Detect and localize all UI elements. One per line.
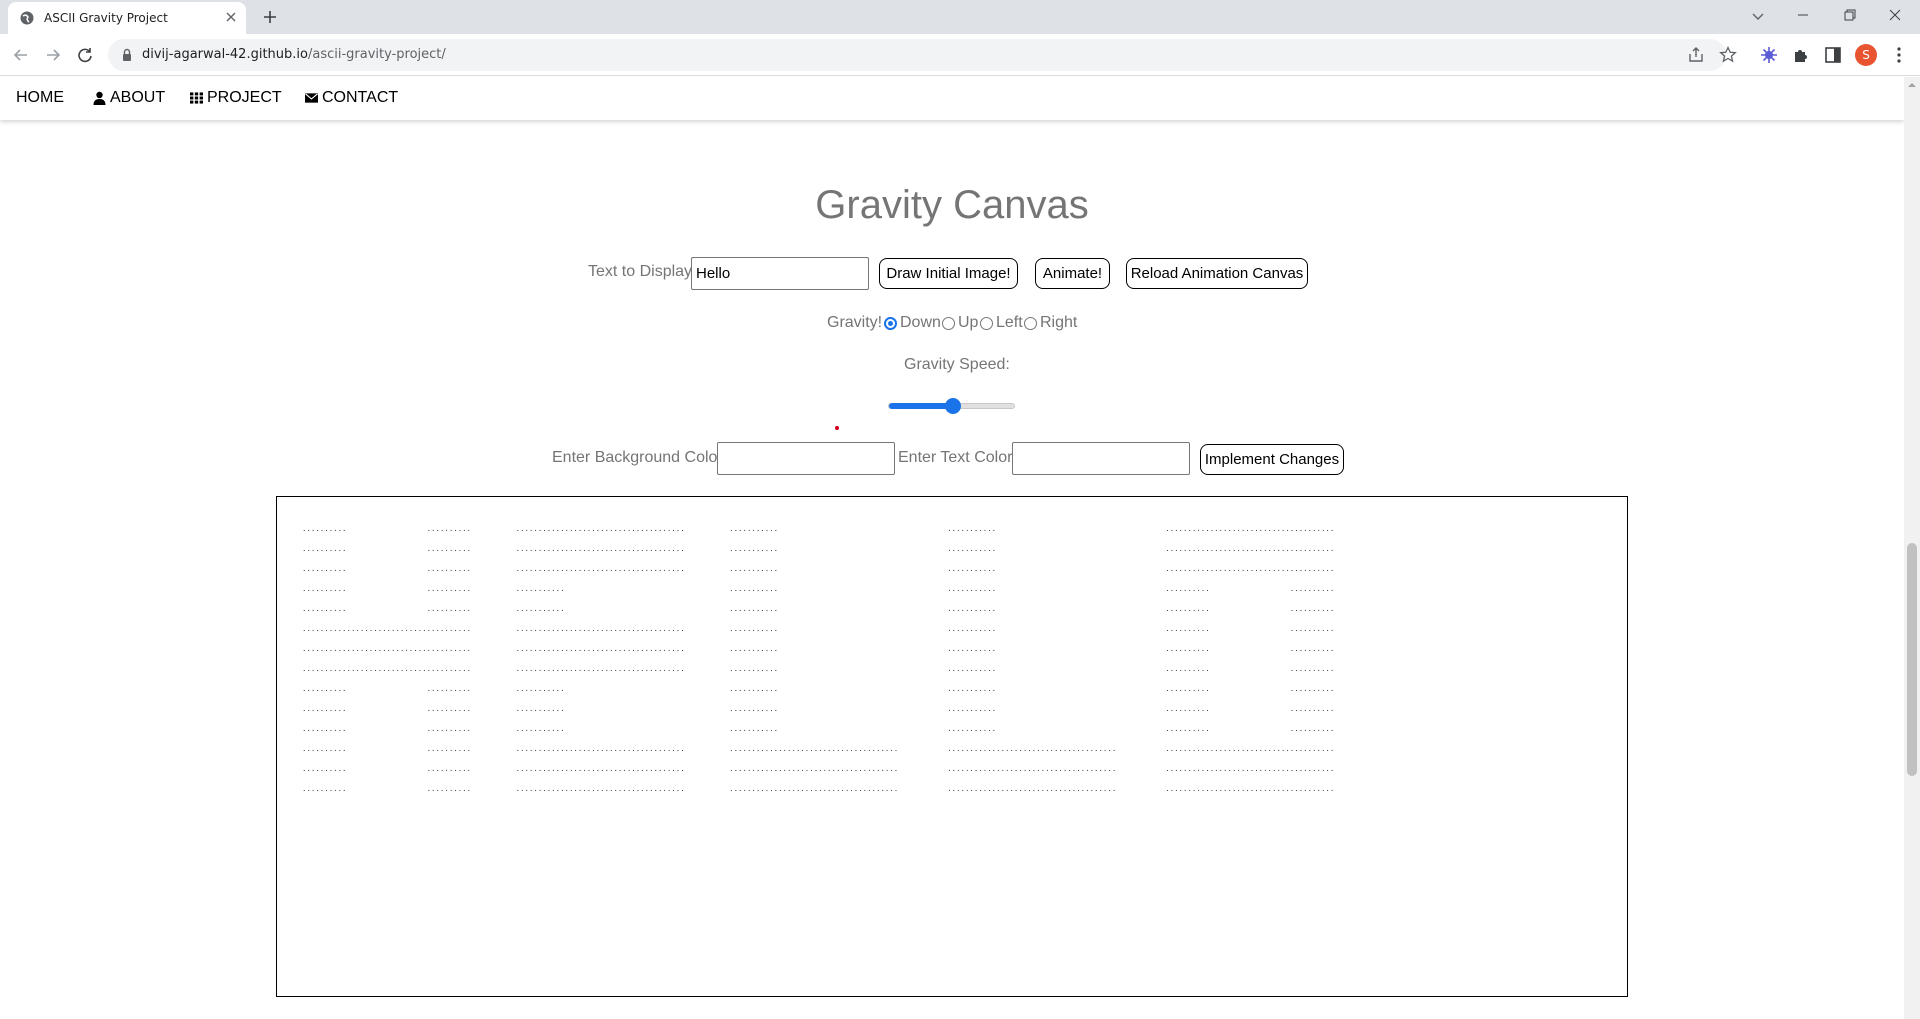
ascii-line: ...................................... .… bbox=[302, 644, 1335, 653]
new-tab-plus-icon[interactable] bbox=[259, 6, 281, 28]
more-vert-icon[interactable] bbox=[1888, 44, 1910, 66]
nav-project-link[interactable]: PROJECT bbox=[190, 89, 282, 107]
bookmark-star-icon[interactable] bbox=[1718, 45, 1738, 65]
gravity-speed-slider[interactable] bbox=[888, 398, 1015, 414]
ascii-line: ...................................... .… bbox=[302, 664, 1335, 673]
ascii-line: ...................................... .… bbox=[302, 624, 1335, 633]
forward-arrow-icon[interactable] bbox=[42, 44, 64, 66]
gravity-down-label: Down bbox=[900, 314, 941, 331]
nav-about-label: ABOUT bbox=[110, 89, 166, 106]
animate-button[interactable]: Animate! bbox=[1035, 258, 1110, 289]
back-arrow-icon[interactable] bbox=[10, 44, 32, 66]
url-host: divij-agarwal-42.github.io bbox=[142, 47, 308, 62]
url-text: divij-agarwal-42.github.io/ascii-gravity… bbox=[142, 47, 446, 62]
ascii-line: .......... .......... ..................… bbox=[302, 784, 1335, 793]
gravity-left-label: Left bbox=[996, 314, 1023, 331]
lock-icon[interactable] bbox=[120, 48, 134, 62]
profile-avatar[interactable]: S bbox=[1855, 44, 1877, 66]
tab-title: ASCII Gravity Project bbox=[44, 11, 168, 25]
globe-icon bbox=[20, 11, 34, 25]
close-icon[interactable] bbox=[222, 8, 240, 26]
gravity-up-label: Up bbox=[958, 314, 979, 331]
ascii-line: .......... .......... ........... ......… bbox=[302, 604, 1335, 613]
gravity-canvas[interactable]: .......... .......... ..................… bbox=[276, 496, 1628, 997]
text-to-display-input[interactable] bbox=[691, 257, 869, 290]
nav-about-link[interactable]: ABOUT bbox=[93, 89, 165, 107]
nav-contact-label: CONTACT bbox=[322, 89, 399, 106]
envelope-icon bbox=[305, 93, 318, 103]
ascii-line: .......... .......... ..................… bbox=[302, 564, 1335, 573]
ascii-art-text: .......... .......... ..................… bbox=[302, 519, 1334, 799]
restore-icon[interactable] bbox=[1826, 0, 1872, 30]
browser-toolbar: divij-agarwal-42.github.io/ascii-gravity… bbox=[0, 34, 1920, 76]
nav-contact-link[interactable]: CONTACT bbox=[305, 89, 398, 107]
url-path: /ascii-gravity-project/ bbox=[307, 47, 446, 62]
background-color-input[interactable] bbox=[717, 442, 895, 475]
grid-icon bbox=[190, 92, 203, 104]
user-icon bbox=[93, 91, 106, 105]
tab-strip: ASCII Gravity Project bbox=[0, 0, 1920, 34]
slider-thumb[interactable] bbox=[944, 398, 961, 414]
ascii-line: .......... .......... ..................… bbox=[302, 544, 1335, 553]
site-navbar: HOME ABOUT PROJECT CONTACT bbox=[0, 77, 1904, 120]
background-color-label: Enter Background Color: bbox=[552, 449, 728, 466]
page-title: Gravity Canvas bbox=[815, 183, 1089, 227]
ascii-line: .......... .......... ........... ......… bbox=[302, 584, 1335, 593]
address-bar[interactable]: divij-agarwal-42.github.io/ascii-gravity… bbox=[108, 39, 1737, 71]
ascii-line: .......... .......... ..................… bbox=[302, 524, 1335, 533]
minimize-icon[interactable] bbox=[1780, 0, 1826, 30]
ascii-line: .......... .......... ........... ......… bbox=[302, 684, 1335, 693]
slider-fill bbox=[889, 403, 953, 409]
cursor-dot bbox=[835, 426, 839, 430]
text-color-label: Enter Text Color: bbox=[898, 449, 1017, 466]
nav-home-label: HOME bbox=[16, 89, 64, 106]
reload-icon[interactable] bbox=[74, 44, 96, 66]
ascii-line: .......... .......... ........... ......… bbox=[302, 724, 1335, 733]
gravity-down-radio[interactable] bbox=[884, 317, 897, 330]
puzzle-icon[interactable] bbox=[1790, 44, 1812, 66]
chevron-down-icon[interactable] bbox=[1748, 6, 1768, 26]
page-viewport: HOME ABOUT PROJECT CONTACT Gravity Canva… bbox=[0, 77, 1904, 1019]
browser-tab[interactable]: ASCII Gravity Project bbox=[8, 2, 246, 34]
draw-initial-image-button[interactable]: Draw Initial Image! bbox=[879, 258, 1018, 289]
gravity-right-label: Right bbox=[1040, 314, 1078, 331]
extension-icon[interactable] bbox=[1758, 44, 1780, 66]
reload-animation-canvas-button[interactable]: Reload Animation Canvas bbox=[1126, 258, 1308, 289]
share-icon[interactable] bbox=[1686, 45, 1706, 65]
implement-changes-button[interactable]: Implement Changes bbox=[1200, 444, 1344, 475]
gravity-right-radio[interactable] bbox=[1024, 317, 1037, 330]
nav-project-label: PROJECT bbox=[207, 89, 282, 106]
ascii-line: .......... .......... ..................… bbox=[302, 764, 1335, 773]
nav-home-link[interactable]: HOME bbox=[16, 89, 64, 107]
text-to-display-label: Text to Display: bbox=[588, 263, 697, 280]
gravity-left-radio[interactable] bbox=[980, 317, 993, 330]
gravity-speed-label: Gravity Speed: bbox=[904, 356, 1010, 373]
text-color-input[interactable] bbox=[1012, 442, 1190, 475]
side-panel-icon[interactable] bbox=[1822, 44, 1844, 66]
gravity-label: Gravity! bbox=[827, 314, 883, 331]
window-close-icon[interactable] bbox=[1872, 0, 1918, 30]
gravity-up-radio[interactable] bbox=[942, 317, 955, 330]
ascii-line: .......... .......... ..................… bbox=[302, 744, 1335, 753]
page-scrollbar[interactable] bbox=[1904, 77, 1920, 1019]
ascii-line: .......... .......... ........... ......… bbox=[302, 704, 1335, 713]
scroll-up-arrow-icon[interactable] bbox=[1908, 81, 1916, 89]
scrollbar-thumb[interactable] bbox=[1907, 543, 1917, 776]
